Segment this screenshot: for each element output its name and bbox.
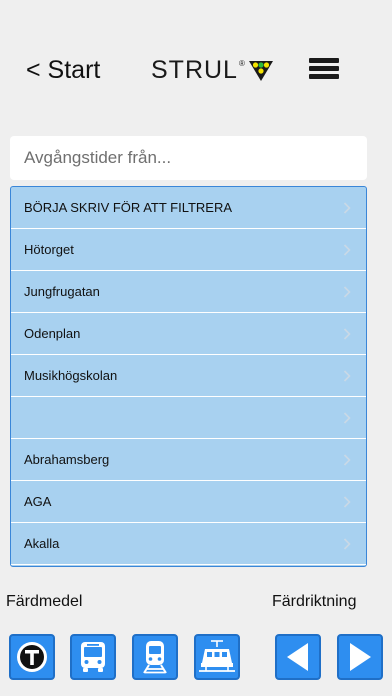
list-item-label: Musikhögskolan — [24, 368, 118, 383]
chevron-right-icon — [343, 286, 351, 298]
list-item[interactable]: Akalla — [11, 523, 366, 565]
back-button[interactable]: < Start — [26, 56, 100, 85]
metro-icon — [17, 642, 47, 672]
train-icon — [143, 641, 167, 674]
strul-logo: STRUL ® — [151, 56, 273, 88]
list-item[interactable]: Odenplan — [11, 313, 366, 355]
list-item[interactable]: Musikhögskolan — [11, 355, 366, 397]
list-item[interactable]: AGA — [11, 481, 366, 523]
list-item-label: BÖRJA SKRIV FÖR ATT FILTRERA — [24, 200, 233, 215]
header: < Start STRUL ® — [0, 52, 392, 92]
station-list: BÖRJA SKRIV FÖR ATT FILTRERA Hötorget Jung… — [10, 186, 367, 567]
direction-left-button[interactable] — [275, 634, 321, 680]
list-item-label: AGA — [24, 494, 52, 509]
menu-bar — [309, 74, 339, 79]
chevron-right-icon — [343, 538, 351, 550]
chevron-right-icon — [343, 454, 351, 466]
list-item-label: Akalla — [24, 536, 60, 551]
list-item[interactable] — [11, 397, 366, 439]
chevron-right-icon — [343, 412, 351, 424]
list-item-label: Odenplan — [24, 326, 81, 341]
list-item[interactable]: BÖRJA SKRIV FÖR ATT FILTRERA — [11, 187, 366, 229]
bus-icon — [81, 642, 105, 672]
chevron-right-icon — [343, 328, 351, 340]
bus-button[interactable] — [70, 634, 116, 680]
list-item-label: Hötorget — [24, 242, 74, 257]
menu-icon[interactable] — [309, 58, 339, 84]
chevron-right-icon — [343, 370, 351, 382]
arrow-left-icon — [287, 643, 308, 671]
direction-label: Färdriktning — [272, 593, 357, 610]
chevron-right-icon — [343, 244, 351, 256]
chevron-right-icon — [343, 496, 351, 508]
list-item[interactable]: Hötorget — [11, 229, 366, 271]
logo-text: STRUL — [151, 56, 238, 84]
traffic-light-logo-icon — [248, 61, 273, 81]
chevron-right-icon — [343, 202, 351, 214]
metro-button[interactable] — [9, 634, 55, 680]
screen: < Start STRUL ® BÖRJA SKRIV FÖR ATT FILT… — [0, 0, 392, 696]
tram-button[interactable] — [194, 634, 240, 680]
search-input[interactable] — [10, 136, 367, 180]
list-item[interactable]: Jungfrugatan — [11, 271, 366, 313]
list-item-label: Jungfrugatan — [24, 284, 100, 299]
menu-bar — [309, 58, 339, 63]
mode-label: Färdmedel — [6, 593, 83, 610]
tram-icon — [199, 640, 235, 672]
logo-registered-mark: ® — [238, 59, 245, 68]
arrow-right-icon — [350, 643, 371, 671]
menu-bar — [309, 66, 339, 71]
train-button[interactable] — [132, 634, 178, 680]
list-item[interactable]: Abrahamsberg — [11, 439, 366, 481]
list-item-label: Abrahamsberg — [24, 452, 110, 467]
direction-right-button[interactable] — [337, 634, 383, 680]
